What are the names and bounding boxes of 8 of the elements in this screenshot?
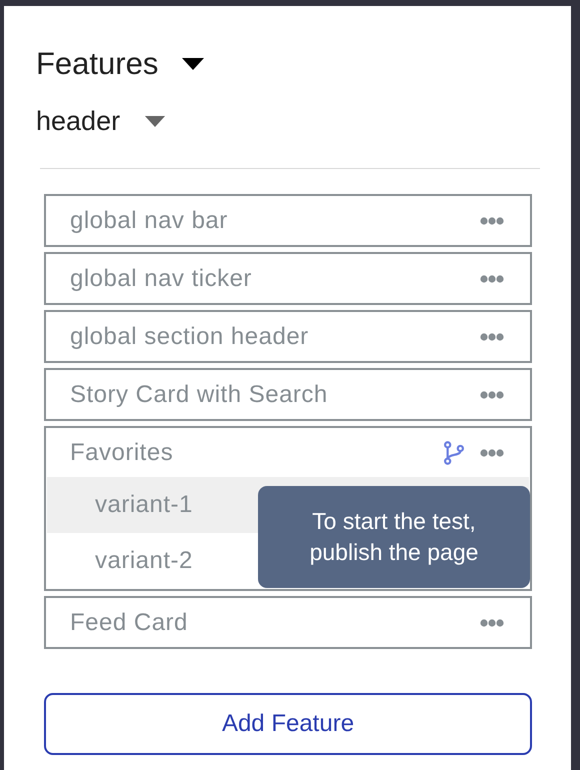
feature-label: Story Card with Search bbox=[70, 380, 328, 408]
panel-title: Features bbox=[36, 46, 158, 82]
feature-label: Favorites bbox=[70, 438, 174, 466]
feature-label: Feed Card bbox=[70, 608, 188, 636]
feature-label: global section header bbox=[70, 322, 309, 350]
tooltip: To start the test, publish the page bbox=[258, 486, 530, 588]
feature-label: global nav bar bbox=[70, 206, 228, 234]
feature-label: global nav ticker bbox=[70, 264, 252, 292]
